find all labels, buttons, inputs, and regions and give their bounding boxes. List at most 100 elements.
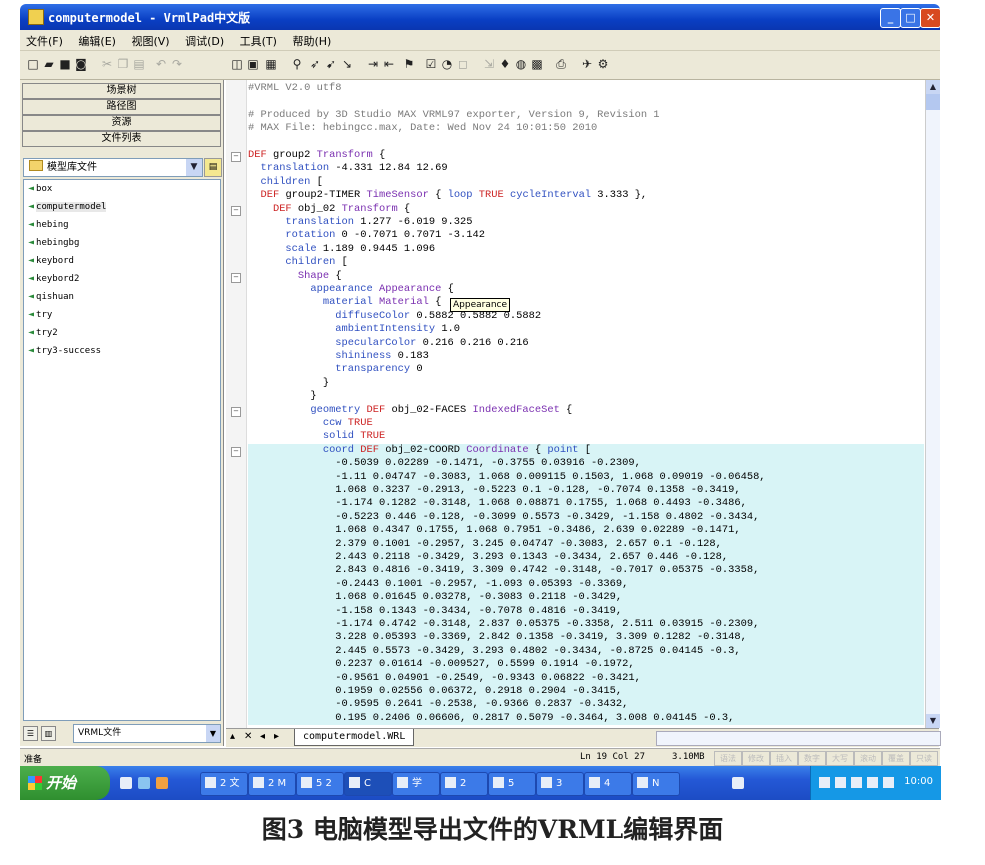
tab-file-list[interactable]: 文件列表 bbox=[22, 131, 221, 147]
taskbar-item[interactable]: 学 bbox=[392, 772, 440, 796]
quick-launch-icon[interactable] bbox=[138, 777, 150, 789]
options-icon[interactable]: ⚙ bbox=[596, 57, 610, 71]
list-item[interactable]: ◄ try bbox=[24, 306, 220, 324]
publish-icon[interactable]: ✈ bbox=[580, 57, 594, 71]
tab-prev-icon[interactable]: ◂ bbox=[260, 731, 265, 742]
menu-tools[interactable]: 工具(T) bbox=[234, 30, 283, 52]
list-item[interactable]: ◄ try3-success bbox=[24, 342, 220, 360]
start-button[interactable]: 开始 bbox=[20, 766, 110, 800]
step-icon[interactable]: ⇲ bbox=[482, 57, 496, 71]
check-syntax-icon[interactable]: ☑ bbox=[424, 57, 438, 71]
quick-launch-icon[interactable] bbox=[120, 777, 132, 789]
tray-icon[interactable] bbox=[835, 777, 846, 788]
menu-view[interactable]: 视图(V) bbox=[125, 30, 175, 52]
fold-icon[interactable]: − bbox=[231, 407, 241, 417]
code-editor[interactable]: − − − − − #VRML V2.0 utf8 # Produced by 3… bbox=[226, 80, 924, 728]
fold-icon[interactable]: − bbox=[231, 273, 241, 283]
tab-computermodel[interactable]: computermodel.WRL bbox=[294, 729, 415, 746]
undo-icon[interactable]: ↶ bbox=[154, 57, 168, 71]
list-item[interactable]: ◄ try2 bbox=[24, 324, 220, 342]
maximize-button[interactable]: □ bbox=[900, 8, 921, 28]
code-line: 1.068 0.3237 -0.2913, -0.5223 0.1 -0.128… bbox=[248, 484, 924, 498]
list-item[interactable]: ◄ computermodel bbox=[24, 198, 220, 216]
fold-icon[interactable]: − bbox=[231, 152, 241, 162]
close-button[interactable]: ✕ bbox=[920, 8, 941, 28]
panel-toggle-icon[interactable]: ◫ bbox=[230, 57, 244, 71]
browse-folder-button[interactable]: ▤ bbox=[204, 158, 222, 177]
menu-edit[interactable]: 编辑(E) bbox=[72, 30, 122, 52]
save-icon[interactable]: ■ bbox=[58, 57, 72, 71]
chevron-down-icon[interactable]: ▼ bbox=[186, 159, 202, 176]
quick-launch-icon[interactable] bbox=[156, 777, 168, 789]
minimize-button[interactable]: _ bbox=[880, 8, 901, 28]
language-bar-icon[interactable] bbox=[732, 777, 744, 789]
replace-icon[interactable]: ➶ bbox=[308, 57, 322, 71]
task-icon bbox=[637, 777, 648, 788]
list-item[interactable]: ◄ qishuan bbox=[24, 288, 220, 306]
menu-file[interactable]: 文件(F) bbox=[20, 30, 69, 52]
folder-select[interactable]: 模型库文件 ▼ bbox=[23, 158, 203, 177]
taskbar-item[interactable]: 5 2 bbox=[296, 772, 344, 796]
file-list: ◄ box ◄ computermodel ◄ hebing ◄ hebingbg ◄ k… bbox=[23, 179, 221, 721]
stop-icon[interactable]: ◻ bbox=[456, 57, 470, 71]
list-view-icon[interactable]: ☰ bbox=[23, 726, 38, 741]
find-icon[interactable]: ⚲ bbox=[290, 57, 304, 71]
tray-icon[interactable] bbox=[851, 777, 862, 788]
task-icon bbox=[397, 777, 408, 788]
indent-icon[interactable]: ⇥ bbox=[366, 57, 380, 71]
chevron-down-icon[interactable]: ▼ bbox=[206, 725, 220, 742]
open-folder-icon[interactable]: ▰ bbox=[42, 57, 56, 71]
file-type-select[interactable]: VRML文件 ▼ bbox=[73, 724, 221, 743]
cut-icon[interactable]: ✂ bbox=[100, 57, 114, 71]
taskbar-item[interactable]: 2 bbox=[440, 772, 488, 796]
fold-icon[interactable]: − bbox=[231, 447, 241, 457]
find-next-icon[interactable]: ➹ bbox=[324, 57, 338, 71]
close-tab-icon[interactable]: ✕ bbox=[244, 731, 252, 742]
scroll-down-icon[interactable]: ▼ bbox=[926, 714, 940, 728]
taskbar-item[interactable]: 5 bbox=[488, 772, 536, 796]
scroll-up-icon[interactable]: ▲ bbox=[926, 80, 940, 94]
browser-icon[interactable]: ◍ bbox=[514, 57, 528, 71]
save-all-icon[interactable]: ◙ bbox=[74, 57, 88, 71]
menu-help[interactable]: 帮助(H) bbox=[286, 30, 337, 52]
paste-icon[interactable]: ▤ bbox=[132, 57, 146, 71]
palette-icon[interactable]: ▩ bbox=[530, 57, 544, 71]
taskbar-item[interactable]: 3 bbox=[536, 772, 584, 796]
menu-debug[interactable]: 调试(D) bbox=[179, 30, 230, 52]
debug-icon[interactable]: ◔ bbox=[440, 57, 454, 71]
list-item[interactable]: ◄ hebing bbox=[24, 216, 220, 234]
new-file-icon[interactable]: □ bbox=[26, 57, 40, 71]
tray-icon[interactable] bbox=[883, 777, 894, 788]
tray-icon[interactable] bbox=[819, 777, 830, 788]
wrl-file-icon: ◄ bbox=[28, 219, 35, 230]
grid-icon[interactable]: ▦ bbox=[264, 57, 278, 71]
list-item[interactable]: ◄ keybord2 bbox=[24, 270, 220, 288]
list-item[interactable]: ◄ box bbox=[24, 180, 220, 198]
horizontal-scrollbar[interactable] bbox=[656, 731, 941, 746]
compress-icon[interactable]: ♦ bbox=[498, 57, 512, 71]
preview-icon[interactable]: ▣ bbox=[246, 57, 260, 71]
fold-icon[interactable]: − bbox=[231, 206, 241, 216]
scroll-thumb[interactable] bbox=[926, 94, 940, 110]
taskbar-item[interactable]: 2 M bbox=[248, 772, 296, 796]
tab-menu-icon[interactable]: ▴ bbox=[230, 731, 235, 742]
tab-scene-tree[interactable]: 场景树 bbox=[22, 83, 221, 99]
list-item[interactable]: ◄ keybord bbox=[24, 252, 220, 270]
print-icon[interactable]: ⎙ bbox=[554, 57, 568, 71]
taskbar-item[interactable]: 4 bbox=[584, 772, 632, 796]
outdent-icon[interactable]: ⇤ bbox=[382, 57, 396, 71]
list-item[interactable]: ◄ hebingbg bbox=[24, 234, 220, 252]
tab-next-icon[interactable]: ▸ bbox=[274, 731, 279, 742]
bookmark-icon[interactable]: ⚑ bbox=[402, 57, 416, 71]
copy-icon[interactable]: ❐ bbox=[116, 57, 130, 71]
taskbar-item[interactable]: 2 文 bbox=[200, 772, 248, 796]
tab-route-graph[interactable]: 路径图 bbox=[22, 99, 221, 115]
detail-view-icon[interactable]: ▥ bbox=[41, 726, 56, 741]
taskbar-item-active[interactable]: C bbox=[344, 772, 392, 796]
taskbar-item[interactable]: N bbox=[632, 772, 680, 796]
redo-icon[interactable]: ↷ bbox=[170, 57, 184, 71]
vertical-scrollbar[interactable]: ▲ ▼ bbox=[925, 80, 940, 728]
tray-icon[interactable] bbox=[867, 777, 878, 788]
find-prev-icon[interactable]: ↘ bbox=[340, 57, 354, 71]
tab-resources[interactable]: 资源 bbox=[22, 115, 221, 131]
